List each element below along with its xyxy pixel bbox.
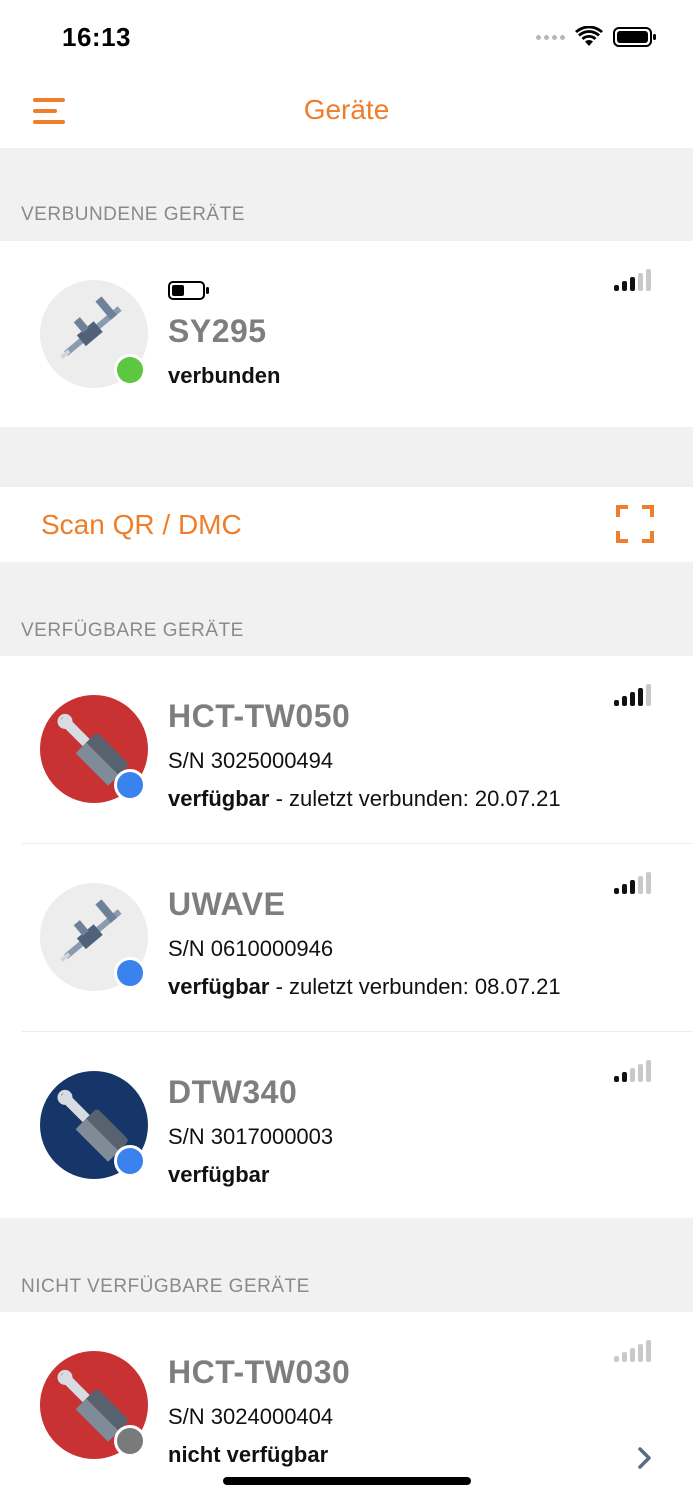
signal-strength-icon bbox=[614, 269, 654, 291]
battery-status-icon bbox=[613, 27, 656, 47]
signal-bar bbox=[614, 700, 619, 706]
section-header-connected: VERBUNDENE GERÄTE bbox=[21, 204, 245, 225]
signal-strength-icon bbox=[614, 1340, 654, 1362]
device-avatar bbox=[40, 1071, 148, 1179]
status-dot-available bbox=[114, 769, 146, 801]
cellular-icon bbox=[536, 34, 565, 40]
status-bar: 16:13 bbox=[0, 0, 693, 76]
device-name: SY295 bbox=[168, 313, 267, 349]
device-row[interactable]: UWAVE S/N 0610000946 verfügbar - zuletzt… bbox=[0, 844, 693, 1032]
device-avatar bbox=[40, 280, 148, 388]
device-serial: S/N 3025000494 bbox=[168, 748, 334, 773]
device-name: HCT-TW030 bbox=[168, 1354, 351, 1390]
signal-bar bbox=[614, 285, 619, 291]
device-serial: S/N 0610000946 bbox=[168, 936, 334, 961]
device-name: UWAVE bbox=[168, 886, 286, 922]
device-state-label: verfügbar bbox=[168, 1162, 270, 1187]
signal-bar bbox=[630, 1068, 635, 1082]
signal-bar bbox=[614, 1356, 619, 1362]
signal-bar bbox=[638, 1344, 643, 1362]
signal-bar bbox=[630, 277, 635, 291]
device-avatar bbox=[40, 1351, 148, 1459]
device-row[interactable]: HCT-TW030 S/N 3024000404 nicht verfügbar bbox=[0, 1312, 693, 1500]
device-battery-icon bbox=[168, 281, 209, 300]
device-state-label: verfügbar bbox=[168, 974, 270, 999]
available-devices-list: HCT-TW050 S/N 3025000494 verfügbar - zul… bbox=[0, 656, 693, 1218]
device-name: DTW340 bbox=[168, 1074, 298, 1110]
device-serial: S/N 3017000003 bbox=[168, 1124, 334, 1149]
signal-strength-icon bbox=[614, 872, 654, 894]
device-last-connected: - zuletzt verbunden: 20.07.21 bbox=[269, 786, 561, 811]
signal-bar bbox=[630, 880, 635, 894]
device-name: HCT-TW050 bbox=[168, 698, 351, 734]
qr-scan-icon[interactable] bbox=[616, 505, 654, 543]
page-title: Geräte bbox=[303, 94, 390, 125]
signal-bar bbox=[638, 1064, 643, 1082]
connected-device-card[interactable]: SY295 verbunden bbox=[0, 241, 693, 427]
wifi-icon bbox=[575, 26, 603, 46]
status-time: 16:13 bbox=[62, 22, 131, 52]
scan-label: Scan QR / DMC bbox=[41, 509, 242, 540]
status-dot-available bbox=[114, 957, 146, 989]
device-state: verfügbar - zuletzt verbunden: 20.07.21 bbox=[168, 786, 561, 812]
device-state: verfügbar bbox=[168, 1162, 269, 1188]
signal-bar bbox=[622, 1352, 627, 1362]
status-dot-unavailable bbox=[114, 1425, 146, 1457]
signal-bar bbox=[638, 876, 643, 894]
signal-bar bbox=[622, 884, 627, 894]
device-avatar bbox=[40, 883, 148, 991]
signal-bar bbox=[646, 269, 651, 291]
signal-bar bbox=[630, 1348, 635, 1362]
signal-bar bbox=[614, 1076, 619, 1082]
device-state-label: verfügbar bbox=[168, 786, 270, 811]
signal-bar bbox=[622, 696, 627, 706]
signal-strength-icon bbox=[614, 684, 654, 706]
section-header-unavailable: NICHT VERFÜGBARE GERÄTE bbox=[21, 1276, 310, 1297]
scan-qr-button[interactable]: Scan QR / DMC bbox=[0, 487, 693, 562]
signal-bar bbox=[646, 872, 651, 894]
device-row[interactable]: DTW340 S/N 3017000003 verfügbar bbox=[0, 1032, 693, 1220]
device-state: nicht verfügbar bbox=[168, 1442, 329, 1467]
nav-bar: Geräte bbox=[0, 76, 693, 148]
device-state: verbunden bbox=[168, 363, 281, 388]
section-header-available: VERFÜGBARE GERÄTE bbox=[21, 620, 244, 641]
device-serial: S/N 3024000404 bbox=[168, 1404, 334, 1429]
signal-strength-icon bbox=[614, 1060, 654, 1082]
signal-bar bbox=[638, 273, 643, 291]
signal-bar bbox=[622, 281, 627, 291]
status-icons bbox=[536, 26, 657, 48]
status-dot-connected bbox=[114, 354, 146, 386]
signal-bar bbox=[646, 684, 651, 706]
signal-bar bbox=[614, 888, 619, 894]
chevron-right-icon[interactable] bbox=[636, 1446, 654, 1470]
status-dot-available bbox=[114, 1145, 146, 1177]
signal-bar bbox=[646, 1340, 651, 1362]
device-row[interactable]: HCT-TW050 S/N 3025000494 verfügbar - zul… bbox=[0, 656, 693, 844]
home-indicator bbox=[223, 1477, 471, 1485]
device-state: verfügbar - zuletzt verbunden: 08.07.21 bbox=[168, 974, 561, 1000]
signal-bar bbox=[646, 1060, 651, 1082]
unavailable-devices-list: HCT-TW030 S/N 3024000404 nicht verfügbar bbox=[0, 1312, 693, 1500]
signal-bar bbox=[630, 692, 635, 706]
signal-bar bbox=[622, 1072, 627, 1082]
device-last-connected: - zuletzt verbunden: 08.07.21 bbox=[269, 974, 561, 999]
signal-bar bbox=[638, 688, 643, 706]
device-avatar bbox=[40, 695, 148, 803]
